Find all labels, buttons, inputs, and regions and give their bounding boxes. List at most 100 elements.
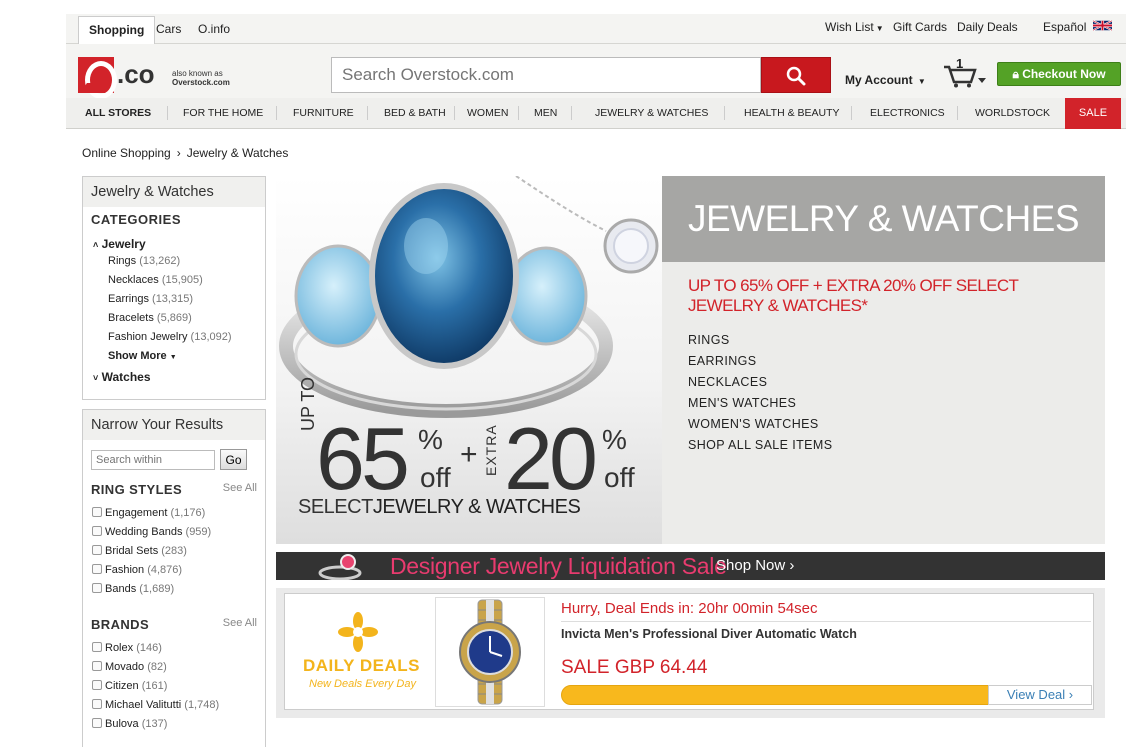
checkbox[interactable]	[92, 545, 102, 555]
chevron-right-icon: ›	[176, 146, 181, 160]
facet-engagement[interactable]: Engagement (1,176)	[92, 507, 205, 519]
facet-movado[interactable]: Movado (82)	[92, 661, 167, 673]
hero-banner: UP TO 65 % off + EXTRA 20 % off SELECTJE…	[276, 176, 1105, 544]
facet-rolex[interactable]: Rolex (146)	[92, 642, 162, 654]
subcat-count: (13,092)	[190, 331, 232, 343]
promo-select-word: SELECT	[298, 496, 373, 518]
site-tab-shopping[interactable]: Shopping	[78, 16, 156, 45]
hero-promo-image[interactable]: UP TO 65 % off + EXTRA 20 % off SELECTJE…	[276, 176, 662, 544]
hero-link-shop-all-sale[interactable]: SHOP ALL SALE ITEMS	[688, 438, 832, 452]
nav-worldstock[interactable]: WORLDSTOCK	[975, 107, 1050, 119]
promo-select: SELECTJEWELRY & WATCHES	[298, 496, 581, 519]
checkbox[interactable]	[92, 507, 102, 517]
facet-fashion[interactable]: Fashion (4,876)	[92, 564, 182, 576]
go-button[interactable]: Go	[220, 449, 247, 470]
facet-michael-valitutti[interactable]: Michael Valitutti (1,748)	[92, 699, 219, 711]
subcat-bracelets[interactable]: Bracelets (5,869)	[108, 312, 192, 324]
checkbox[interactable]	[92, 661, 102, 671]
brands-see-all[interactable]: See All	[223, 617, 257, 629]
hero-link-rings[interactable]: RINGS	[688, 333, 730, 347]
hero-link-womens-watches[interactable]: WOMEN'S WATCHES	[688, 417, 819, 431]
gift-cards-link[interactable]: Gift Cards	[893, 20, 947, 34]
checkbox[interactable]	[92, 642, 102, 652]
nav-all-stores[interactable]: ALL STORES	[85, 107, 151, 119]
facet-bands[interactable]: Bands (1,689)	[92, 583, 174, 595]
promo-jewelry-watches: JEWELRY & WATCHES	[372, 496, 581, 518]
facet-label: Citizen	[105, 680, 139, 692]
facet-label: Engagement	[105, 507, 168, 519]
nav-divider	[167, 106, 168, 120]
checkbox[interactable]	[92, 526, 102, 536]
daily-deals-link[interactable]: Daily Deals	[957, 20, 1018, 34]
facet-bridal-sets[interactable]: Bridal Sets (283)	[92, 545, 187, 557]
facet-wedding-bands[interactable]: Wedding Bands (959)	[92, 526, 211, 538]
deal-progress-bar: View Deal ›	[561, 685, 1092, 705]
hero-promo-text: UP TO 65% OFF + EXTRA 20% OFF SELECT JEW…	[688, 276, 1019, 315]
promo-extra: EXTRA	[483, 424, 499, 476]
subcat-earrings[interactable]: Earrings (13,315)	[108, 293, 193, 305]
subcat-label: Bracelets	[108, 312, 154, 324]
search-within-input[interactable]	[91, 450, 215, 470]
hero-title: JEWELRY & WATCHES	[688, 198, 1080, 239]
checkbox[interactable]	[92, 564, 102, 574]
checkbox[interactable]	[92, 699, 102, 709]
nav-electronics[interactable]: ELECTRONICS	[870, 107, 945, 119]
show-more-link[interactable]: Show More ▼	[108, 350, 177, 362]
subcat-count: (13,315)	[152, 293, 194, 305]
deal-product-name[interactable]: Invicta Men's Professional Diver Automat…	[561, 627, 857, 641]
chevron-down-icon: ▼	[917, 77, 926, 86]
checkbox[interactable]	[92, 680, 102, 690]
nav-jewelry-watches[interactable]: JEWELRY & WATCHES	[595, 107, 708, 119]
language-link[interactable]: Español	[1043, 20, 1086, 34]
tree-item-watches[interactable]: ˅ Watches	[93, 370, 151, 384]
watch-icon	[459, 599, 521, 705]
subcat-rings[interactable]: Rings (13,262)	[108, 255, 180, 267]
uk-flag-icon[interactable]	[1093, 19, 1112, 32]
nav-men[interactable]: MEN	[534, 107, 557, 119]
narrow-results-title: Narrow Your Results	[83, 410, 265, 440]
search-icon	[786, 66, 806, 86]
site-tab-oinfo[interactable]: O.info	[188, 16, 240, 45]
deal-divider	[561, 621, 1091, 622]
subcat-necklaces[interactable]: Necklaces (15,905)	[108, 274, 203, 286]
tree-item-jewelry[interactable]: ˄ Jewelry	[93, 237, 146, 251]
checkout-button[interactable]: 🔒︎ Checkout Now	[997, 62, 1121, 86]
checkbox[interactable]	[92, 583, 102, 593]
my-account-menu[interactable]: My Account ▼	[845, 73, 926, 87]
liquidation-banner[interactable]: Designer Jewelry Liquidation Sale Shop N…	[276, 552, 1105, 580]
nav-furniture[interactable]: FURNITURE	[293, 107, 354, 119]
site-tab-cars[interactable]: Cars	[146, 16, 191, 45]
tree-item-watches-label: Watches	[101, 370, 151, 384]
view-deal-button[interactable]: View Deal ›	[988, 685, 1092, 705]
daily-deal-module: DAILY DEALS New Deals Every Day Hurry, D…	[276, 588, 1105, 718]
nav-sale[interactable]: SALE	[1065, 98, 1121, 129]
nav-divider	[367, 106, 368, 120]
subcat-count: (15,905)	[161, 274, 203, 286]
nav-health-beauty[interactable]: HEALTH & BEAUTY	[744, 107, 840, 119]
cart-icon	[944, 65, 986, 88]
cart-button[interactable]: 1	[943, 56, 987, 88]
ring-styles-see-all[interactable]: See All	[223, 482, 257, 494]
facet-bulova[interactable]: Bulova (137)	[92, 718, 167, 730]
facet-label: Michael Valitutti	[105, 699, 182, 711]
nav-for-the-home[interactable]: FOR THE HOME	[183, 107, 263, 119]
wish-list-menu[interactable]: Wish List ▼	[825, 20, 884, 34]
breadcrumb-jewelry-watches[interactable]: Jewelry & Watches	[187, 146, 289, 160]
checkbox[interactable]	[92, 718, 102, 728]
hero-link-necklaces[interactable]: NECKLACES	[688, 375, 767, 389]
subcat-fashion-jewelry[interactable]: Fashion Jewelry (13,092)	[108, 331, 232, 343]
nav-women[interactable]: WOMEN	[467, 107, 508, 119]
breadcrumb-online-shopping[interactable]: Online Shopping	[82, 146, 171, 160]
deal-product-image[interactable]	[435, 597, 545, 707]
facet-count: (137)	[141, 718, 168, 730]
subcat-count: (13,262)	[139, 255, 181, 267]
hero-link-mens-watches[interactable]: MEN'S WATCHES	[688, 396, 796, 410]
facet-citizen[interactable]: Citizen (161)	[92, 680, 167, 692]
search-input[interactable]	[331, 57, 761, 93]
nav-divider	[518, 106, 519, 120]
checkout-label: Checkout Now	[1022, 67, 1106, 81]
hero-link-earrings[interactable]: EARRINGS	[688, 354, 757, 368]
search-button[interactable]	[761, 57, 831, 93]
nav-bed-bath[interactable]: BED & BATH	[384, 107, 446, 119]
liquidation-shop-now[interactable]: Shop Now ›	[716, 552, 794, 580]
